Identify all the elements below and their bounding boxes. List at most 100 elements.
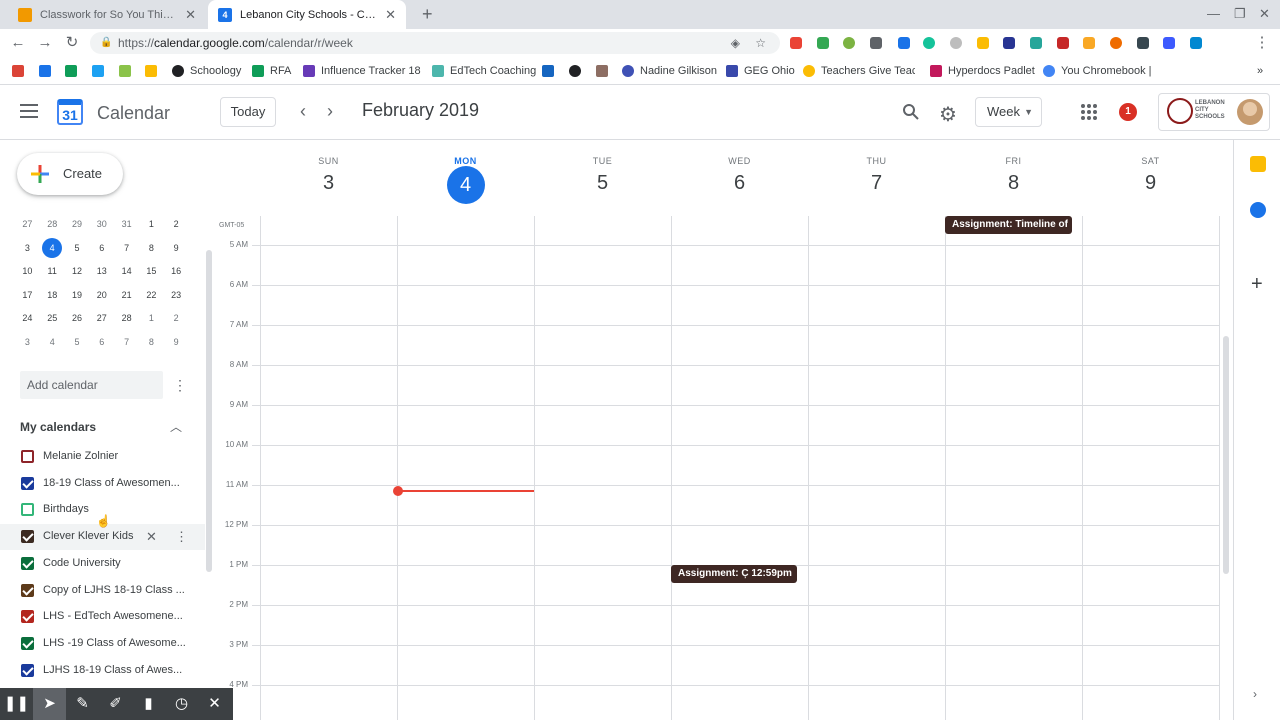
reload-icon[interactable]: ↻: [62, 33, 82, 53]
extension-icon[interactable]: [923, 37, 935, 49]
extension-icon[interactable]: [843, 37, 855, 49]
mini-calendar-day[interactable]: 24: [15, 311, 40, 335]
bookmark-influence-tracker[interactable]: Influence Tracker 18: [303, 63, 421, 79]
extension-icon[interactable]: [1163, 37, 1175, 49]
bookmark-schoology[interactable]: Schoology: [172, 63, 241, 79]
mini-calendar-day[interactable]: 5: [65, 241, 90, 265]
calendar-item[interactable]: Code University: [0, 551, 205, 577]
mini-calendar-day[interactable]: 15: [139, 264, 164, 288]
forward-icon[interactable]: →: [35, 33, 55, 53]
pen-icon[interactable]: ✎: [66, 688, 99, 720]
day-number[interactable]: 9: [1145, 172, 1156, 194]
create-button[interactable]: Create: [17, 153, 123, 195]
bookmark-item[interactable]: [119, 63, 137, 79]
day-number[interactable]: 3: [323, 172, 334, 194]
bookmark-geg-ohio[interactable]: GEG Ohio: [726, 63, 795, 79]
day-header-sun[interactable]: SUN 3: [260, 156, 397, 195]
mini-calendar-day[interactable]: 27: [15, 217, 40, 241]
bookmark-item[interactable]: [542, 63, 560, 79]
mini-calendar-day[interactable]: 16: [164, 264, 189, 288]
avatar[interactable]: [1237, 99, 1263, 125]
mini-calendar-day[interactable]: 9: [164, 241, 189, 265]
calendar-checkbox[interactable]: [21, 663, 34, 677]
chevron-up-icon[interactable]: ︿: [170, 418, 182, 435]
mini-calendar-day[interactable]: 2: [164, 311, 189, 335]
mini-calendar-day[interactable]: 1: [139, 217, 164, 241]
extension-icon[interactable]: [1057, 37, 1069, 49]
mini-calendar-day[interactable]: 19: [65, 288, 90, 312]
search-icon[interactable]: [902, 103, 920, 121]
mini-calendar-day[interactable]: 22: [139, 288, 164, 312]
mini-calendar-day[interactable]: 20: [89, 288, 114, 312]
highlighter-icon[interactable]: ✐: [99, 688, 132, 720]
today-button[interactable]: Today: [220, 97, 276, 127]
camera-icon[interactable]: ▮: [132, 688, 165, 720]
bookmark-nadine-gilkison[interactable]: Nadine Gilkison: [622, 63, 717, 79]
bookmark-item[interactable]: [39, 63, 57, 79]
calendar-checkbox[interactable]: [21, 530, 34, 544]
mini-calendar-day[interactable]: 1: [139, 311, 164, 335]
chrome-menu-icon[interactable]: ⋮: [1252, 33, 1272, 53]
calendar-options-icon[interactable]: ⋮: [175, 529, 188, 545]
close-tab-icon[interactable]: ✕: [185, 7, 196, 23]
back-icon[interactable]: ←: [8, 33, 28, 53]
mini-calendar-day[interactable]: 28: [40, 217, 65, 241]
more-options-icon[interactable]: ⋮: [173, 377, 187, 394]
calendar-checkbox[interactable]: [21, 503, 34, 517]
mini-calendar-day[interactable]: 23: [164, 288, 189, 312]
mini-calendar-day[interactable]: 30: [89, 217, 114, 241]
calendar-checkbox[interactable]: [21, 636, 34, 650]
remove-calendar-icon[interactable]: ✕: [146, 529, 157, 545]
calendar-checkbox[interactable]: [21, 610, 34, 624]
extension-eye-icon[interactable]: ◈: [731, 32, 740, 54]
extension-icon[interactable]: [950, 37, 962, 49]
mini-calendar-day[interactable]: 6: [89, 241, 114, 265]
mini-calendar-day[interactable]: 28: [114, 311, 139, 335]
browser-tab-classwork[interactable]: Classwork for So You Think You ✕: [8, 0, 206, 29]
day-header-tue[interactable]: TUE 5: [534, 156, 671, 195]
mini-calendar-day[interactable]: 3: [15, 241, 40, 265]
day-number[interactable]: 8: [1008, 172, 1019, 194]
bookmark-star-icon[interactable]: ☆: [755, 32, 766, 54]
extension-icon[interactable]: [898, 37, 910, 49]
hamburger-icon[interactable]: [20, 104, 38, 118]
mini-calendar-day[interactable]: 31: [114, 217, 139, 241]
calendar-checkbox[interactable]: [21, 476, 34, 490]
grid-scrollbar[interactable]: [1223, 336, 1229, 574]
extension-icon[interactable]: [1030, 37, 1042, 49]
bookmark-you-chromebook[interactable]: You Chromebook | G: [1043, 63, 1155, 79]
new-tab-button[interactable]: +: [412, 0, 440, 29]
extension-icon[interactable]: [1003, 37, 1015, 49]
bookmark-item[interactable]: [92, 63, 110, 79]
event-chip[interactable]: Assignment: C̦ 12:59pm: [671, 565, 797, 583]
sidebar-scrollbar[interactable]: [206, 250, 212, 572]
day-header-thu[interactable]: THU 7: [808, 156, 945, 195]
mini-calendar-day[interactable]: 6: [89, 335, 114, 359]
pause-icon[interactable]: ❚❚: [0, 688, 33, 720]
mini-calendar-day[interactable]: 2: [164, 217, 189, 241]
apps-grid-icon[interactable]: [1081, 104, 1097, 120]
extension-icon[interactable]: [977, 37, 989, 49]
extension-icon[interactable]: [1083, 37, 1095, 49]
day-header-wed[interactable]: WED 6: [671, 156, 808, 195]
day-header-sat[interactable]: SAT 9: [1082, 156, 1219, 195]
mini-calendar-day[interactable]: 13: [89, 264, 114, 288]
event-chip[interactable]: Assignment: Timeline of: [945, 216, 1072, 234]
mini-calendar-day[interactable]: 5: [65, 335, 90, 359]
mini-calendar-day[interactable]: 17: [15, 288, 40, 312]
calendar-item[interactable]: LJHS 18-19 Class of Awes...: [0, 658, 205, 684]
bookmark-teachers-give-teach[interactable]: Teachers Give Teach: [803, 63, 915, 79]
next-week-icon[interactable]: ›: [327, 101, 333, 122]
mini-calendar-day[interactable]: 9: [164, 335, 189, 359]
add-calendar-input[interactable]: Add calendar: [20, 371, 163, 399]
chevron-right-icon[interactable]: ›: [1253, 687, 1257, 701]
add-addon-icon[interactable]: +: [1251, 273, 1263, 296]
my-calendars-header[interactable]: My calendars: [20, 420, 96, 434]
extension-icon[interactable]: [1190, 37, 1202, 49]
calendar-item[interactable]: 18-19 Class of Awesomen...: [0, 471, 205, 497]
previous-week-icon[interactable]: ‹: [300, 101, 306, 122]
mini-calendar-day[interactable]: 11: [40, 264, 65, 288]
mini-calendar-day[interactable]: 21: [114, 288, 139, 312]
mini-calendar-day[interactable]: 18: [40, 288, 65, 312]
mini-calendar-day[interactable]: 8: [139, 241, 164, 265]
